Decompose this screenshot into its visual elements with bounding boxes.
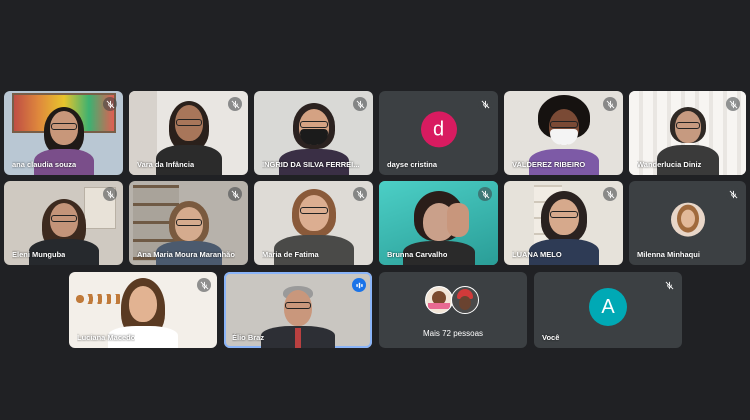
participant-tile[interactable]: Vara da Infância xyxy=(129,91,248,175)
participant-face xyxy=(129,286,157,322)
mic-off-icon xyxy=(726,97,740,111)
participant-name: Maria de Fatima xyxy=(262,250,319,259)
mic-off-icon xyxy=(603,97,617,111)
participant-tile[interactable]: Eleni Munguba xyxy=(4,181,123,265)
mic-off-icon xyxy=(228,187,242,201)
participant-tile[interactable]: Milenna Minhaqui xyxy=(629,181,746,265)
avatar: A xyxy=(589,287,627,326)
participant-tile[interactable]: LUANA MELO xyxy=(504,181,623,265)
participant-tile[interactable]: Brunna Carvalho xyxy=(379,181,498,265)
face-mask xyxy=(549,129,578,145)
avatar xyxy=(451,286,479,314)
tie xyxy=(295,328,301,348)
avatar: d xyxy=(420,111,457,148)
participant-name: Élio Braz xyxy=(232,333,265,342)
mic-off-icon xyxy=(478,187,492,201)
participant-name: Ana Maria Moura Maranhão xyxy=(137,250,235,259)
participant-tile[interactable]: INGRID DA SILVA FERREI... xyxy=(254,91,373,175)
mic-off-icon xyxy=(197,278,211,292)
participant-name: Luciana Macedo xyxy=(77,333,136,342)
avatar-stack xyxy=(423,286,483,316)
mic-off-icon xyxy=(478,97,492,111)
mic-off-icon xyxy=(103,97,117,111)
participant-name: VALDEREZ RIBEIRO xyxy=(512,160,586,169)
participant-name: LUANA MELO xyxy=(512,250,562,259)
mic-off-icon xyxy=(228,97,242,111)
participant-name: INGRID DA SILVA FERREI... xyxy=(262,160,360,169)
mic-off-icon xyxy=(662,278,676,292)
participant-tile[interactable]: d dayse cristina xyxy=(379,91,498,175)
participant-tile-speaking[interactable]: Élio Braz xyxy=(224,272,372,348)
participant-tile[interactable]: Maria de Fatima xyxy=(254,181,373,265)
self-tile[interactable]: A Você xyxy=(534,272,682,348)
mic-off-icon xyxy=(353,187,367,201)
audio-level-icon xyxy=(352,278,366,292)
participant-name: Você xyxy=(542,333,560,342)
more-participants-tile[interactable]: Mais 72 pessoas xyxy=(379,272,527,348)
participant-tile[interactable]: ana claudia souza xyxy=(4,91,123,175)
participant-name: Brunna Carvalho xyxy=(387,250,448,259)
more-participants-label: Mais 72 pessoas xyxy=(422,329,484,338)
participant-name: Vara da Infância xyxy=(137,160,195,169)
participant-name: Eleni Munguba xyxy=(12,250,66,259)
avatar xyxy=(425,286,453,314)
participant-name: Milenna Minhaqui xyxy=(637,250,700,259)
participant-tile[interactable]: Ana Maria Moura Maranhão xyxy=(129,181,248,265)
participant-tile[interactable]: Luciana Macedo xyxy=(69,272,217,348)
mic-off-icon xyxy=(726,187,740,201)
mic-off-icon xyxy=(103,187,117,201)
participant-name: ana claudia souza xyxy=(12,160,77,169)
mic-off-icon xyxy=(603,187,617,201)
hand xyxy=(447,203,469,237)
avatar xyxy=(670,202,705,237)
participant-name: Wanderlucia Diniz xyxy=(637,160,702,169)
participant-tile[interactable]: VALDEREZ RIBEIRO xyxy=(504,91,623,175)
mic-off-icon xyxy=(353,97,367,111)
participant-tile[interactable]: Wanderlucia Diniz xyxy=(629,91,746,175)
participant-name: dayse cristina xyxy=(387,160,438,169)
